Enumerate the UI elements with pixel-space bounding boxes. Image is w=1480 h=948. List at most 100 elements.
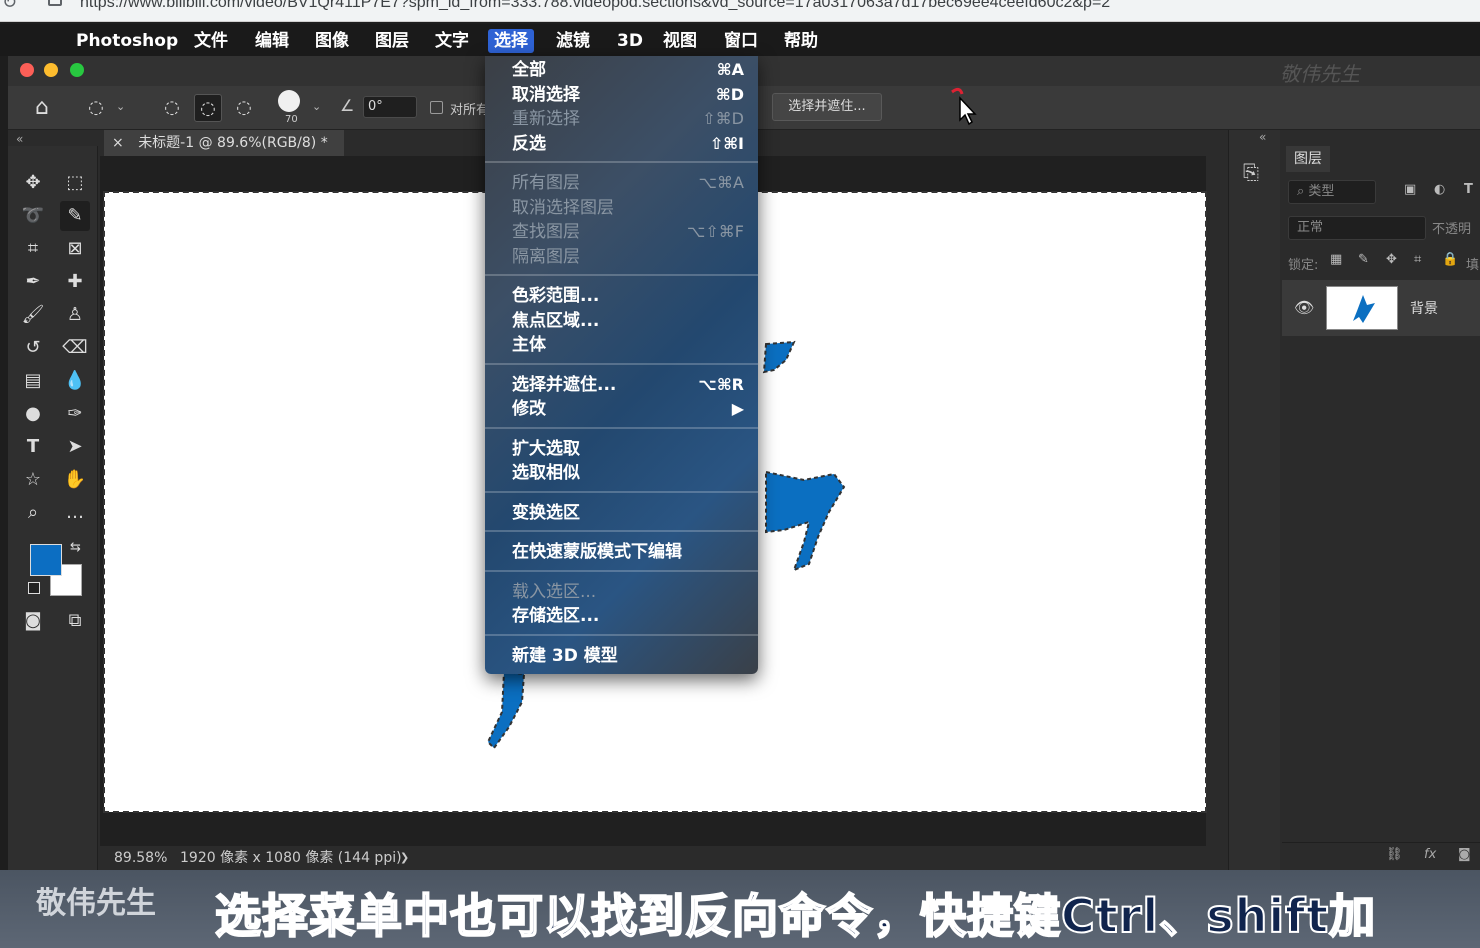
document-tab[interactable]: × 未标题-1 @ 89.6%(RGB/8) * bbox=[104, 130, 344, 156]
history-panel-icon[interactable]: ⎘ bbox=[1243, 160, 1259, 184]
select-menu-item[interactable]: 焦点区域... bbox=[485, 309, 758, 333]
swap-colors-icon[interactable]: ⇆ bbox=[70, 540, 81, 555]
type-filter-icon[interactable]: T bbox=[1464, 182, 1473, 197]
layer-filter-select[interactable]: ⌕ 类型 bbox=[1288, 180, 1376, 204]
select-menu-item[interactable]: 色彩范围... bbox=[485, 284, 758, 308]
foreground-color-swatch[interactable] bbox=[30, 544, 62, 576]
quick-select-preset-icon[interactable]: ◌ bbox=[82, 94, 110, 122]
eyedropper-tool-icon[interactable]: ✒ bbox=[18, 267, 48, 297]
pen-tool-icon[interactable]: ✑ bbox=[60, 399, 90, 429]
lasso-tool-icon[interactable]: ➰ bbox=[18, 201, 48, 231]
frame-tool-icon[interactable]: ⊠ bbox=[60, 234, 90, 264]
menu-item-label: 取消选择 bbox=[512, 84, 580, 105]
menu-file[interactable]: 文件 bbox=[188, 29, 234, 53]
select-menu-dropdown: 全部 ⌘A 取消选择 ⌘D 重新选择 ⇧⌘D 反选 ⇧⌘I 所有图层 ⌥⌘A 取消选择图层 查找图层 ⌥… bbox=[485, 56, 758, 674]
adjustment-filter-icon[interactable]: ◐ bbox=[1434, 182, 1445, 197]
status-bar: 89.58% 1920 像素 x 1080 像素 (144 ppi) ❯ bbox=[100, 846, 1226, 870]
zoom-level[interactable]: 89.58% bbox=[114, 846, 167, 870]
select-menu-item[interactable]: 存储选区... bbox=[485, 604, 758, 628]
select-menu-item[interactable]: 变换选区 bbox=[485, 501, 758, 525]
lock-artboard-icon[interactable]: ⌗ bbox=[1414, 252, 1421, 267]
status-menu-arrow[interactable]: ❯ bbox=[400, 846, 409, 870]
tab-layers[interactable]: 图层 bbox=[1286, 146, 1330, 172]
lock-position-icon[interactable]: ✥ bbox=[1386, 252, 1397, 267]
new-selection-icon[interactable]: ◌ bbox=[158, 94, 186, 122]
menu-help[interactable]: 帮助 bbox=[778, 29, 824, 53]
quick-selection-tool-icon[interactable]: ✎ bbox=[60, 201, 90, 231]
link-layers-icon[interactable]: ⛓ bbox=[1386, 847, 1403, 862]
brush-preview-icon[interactable] bbox=[278, 90, 300, 112]
page-info-icon[interactable] bbox=[48, 0, 62, 6]
menu-view[interactable]: 视图 bbox=[657, 29, 703, 53]
subtract-from-selection-icon[interactable]: ◌ bbox=[230, 94, 258, 122]
lock-transparent-icon[interactable]: ▦ bbox=[1330, 252, 1342, 267]
path-selection-tool-icon[interactable]: ➤ bbox=[60, 432, 90, 462]
angle-input[interactable]: 0° bbox=[363, 96, 417, 118]
menu-image[interactable]: 图像 bbox=[309, 29, 355, 53]
menu-window[interactable]: 窗口 bbox=[718, 29, 764, 53]
menu-separator bbox=[485, 530, 758, 532]
layer-row-background[interactable]: 👁 背景 bbox=[1282, 280, 1480, 336]
select-menu-item[interactable]: 选取相似 bbox=[485, 461, 758, 485]
home-icon[interactable]: ⌂ bbox=[28, 94, 56, 122]
gradient-tool-icon[interactable]: ▤ bbox=[18, 366, 48, 396]
document-dimensions: 1920 像素 x 1080 像素 (144 ppi) bbox=[180, 850, 402, 866]
select-menu-item[interactable]: 新建 3D 模型 bbox=[485, 644, 758, 668]
browser-url-bar[interactable]: ↻ https://www.bilibili.com/video/BV1Qr41… bbox=[0, 0, 1480, 22]
zoom-window-button[interactable] bbox=[70, 63, 84, 77]
lock-all-icon[interactable]: 🔒 bbox=[1442, 252, 1458, 267]
add-mask-icon[interactable]: ◙ bbox=[1458, 847, 1471, 862]
collapse-toolbar-icon[interactable]: « bbox=[16, 132, 23, 146]
select-menu-item[interactable]: 在快速蒙版模式下编辑 bbox=[485, 540, 758, 564]
select-menu-item[interactable]: 反选 ⇧⌘I bbox=[485, 132, 758, 156]
image-filter-icon[interactable]: ▣ bbox=[1404, 182, 1416, 197]
select-menu-item[interactable]: 扩大选取 bbox=[485, 437, 758, 461]
close-tab-icon[interactable]: × bbox=[112, 135, 124, 151]
menu-filter[interactable]: 滤镜 bbox=[550, 29, 596, 53]
sample-all-layers-checkbox[interactable] bbox=[430, 101, 443, 114]
chevron-down-icon[interactable]: ⌄ bbox=[312, 100, 321, 113]
chevron-down-icon[interactable]: ⌄ bbox=[116, 100, 125, 113]
blur-tool-icon[interactable]: 💧 bbox=[60, 366, 90, 396]
lock-pixels-icon[interactable]: ✎ bbox=[1358, 252, 1369, 267]
dodge-tool-icon[interactable]: ● bbox=[18, 399, 48, 429]
select-and-mask-button[interactable]: 选择并遮住... bbox=[772, 93, 882, 121]
crop-tool-icon[interactable]: ⌗ bbox=[18, 234, 48, 264]
collapse-panels-icon[interactable]: « bbox=[1259, 130, 1266, 144]
fx-icon[interactable]: fx bbox=[1424, 847, 1436, 862]
hand-tool-icon[interactable]: ✋ bbox=[60, 465, 90, 495]
refresh-icon[interactable]: ↻ bbox=[2, 0, 17, 13]
minimize-window-button[interactable] bbox=[44, 63, 58, 77]
menu-app-name[interactable]: Photoshop bbox=[70, 29, 184, 53]
opacity-label: 不透明 bbox=[1432, 222, 1472, 237]
zoom-tool-icon[interactable]: ⌕ bbox=[18, 498, 48, 528]
url-text[interactable]: https://www.bilibili.com/video/BV1Qr411P… bbox=[80, 0, 1110, 12]
more-tools-icon[interactable]: … bbox=[60, 498, 90, 528]
menu-edit[interactable]: 编辑 bbox=[249, 29, 295, 53]
type-tool-icon[interactable]: T bbox=[18, 432, 48, 462]
move-tool-icon[interactable]: ✥ bbox=[18, 168, 48, 198]
menu-3d[interactable]: 3D bbox=[611, 29, 649, 53]
select-menu-item[interactable]: 取消选择 ⌘D bbox=[485, 83, 758, 107]
menu-layer[interactable]: 图层 bbox=[369, 29, 415, 53]
menu-select[interactable]: 选择 bbox=[488, 29, 534, 53]
select-menu-item[interactable]: 修改 ▶ bbox=[485, 397, 758, 421]
history-brush-tool-icon[interactable]: ↺ bbox=[18, 333, 48, 363]
clone-stamp-tool-icon[interactable]: ♙ bbox=[60, 300, 90, 330]
brush-tool-icon[interactable]: 🖌 bbox=[18, 300, 48, 330]
select-menu-item[interactable]: 选择并遮住... ⌥⌘R bbox=[485, 373, 758, 397]
menu-type[interactable]: 文字 bbox=[429, 29, 475, 53]
shape-tool-icon[interactable]: ☆ bbox=[18, 465, 48, 495]
quick-mask-icon[interactable]: ◙ bbox=[18, 606, 48, 636]
screen-mode-icon[interactable]: ⧉ bbox=[60, 606, 90, 636]
healing-brush-tool-icon[interactable]: ✚ bbox=[60, 267, 90, 297]
add-to-selection-icon[interactable]: ◌ bbox=[194, 94, 222, 122]
select-menu-item[interactable]: 主体 bbox=[485, 333, 758, 357]
eraser-tool-icon[interactable]: ⌫ bbox=[60, 333, 90, 363]
marquee-tool-icon[interactable]: ⬚ bbox=[60, 168, 90, 198]
visibility-eye-icon[interactable]: 👁 bbox=[1294, 298, 1314, 317]
default-colors-icon[interactable] bbox=[28, 582, 40, 594]
close-window-button[interactable] bbox=[20, 63, 34, 77]
blend-mode-select[interactable]: 正常 bbox=[1288, 216, 1426, 240]
select-menu-item[interactable]: 全部 ⌘A bbox=[485, 58, 758, 82]
